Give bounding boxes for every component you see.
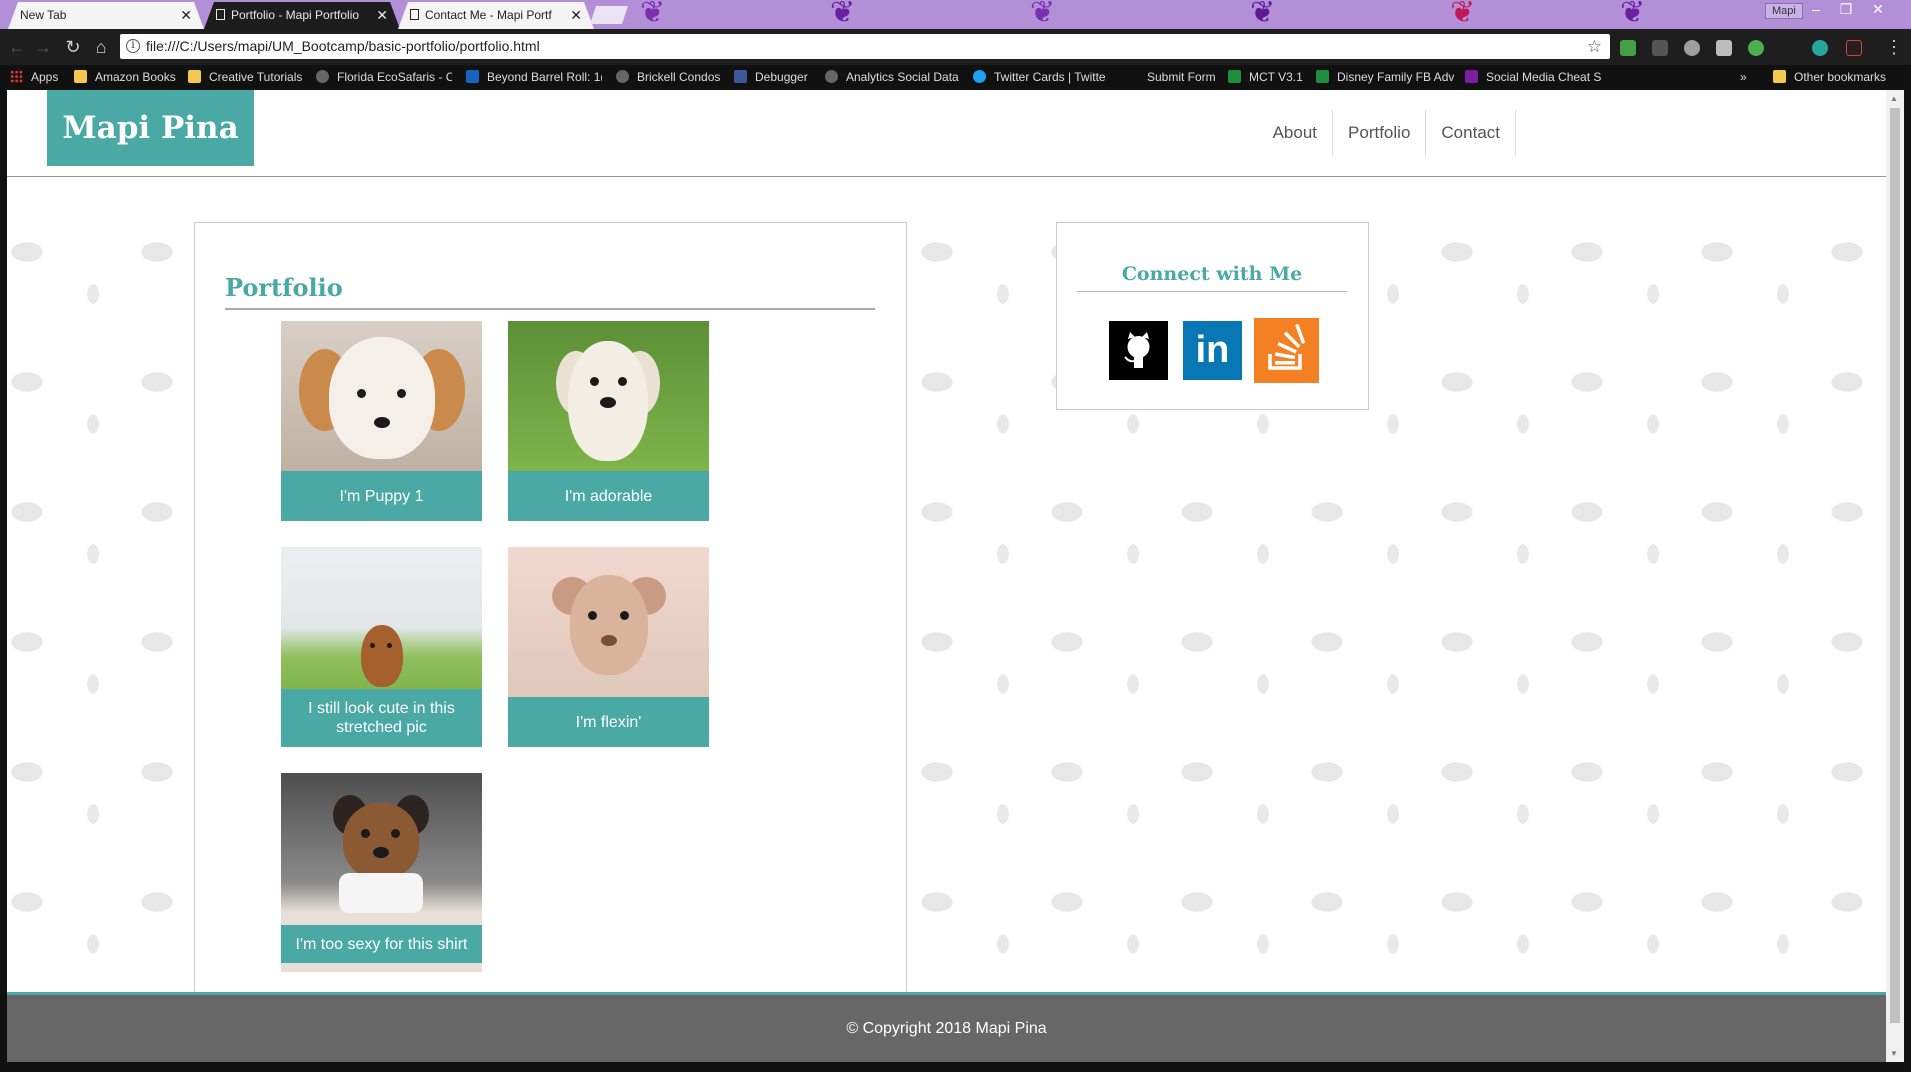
document-icon — [216, 9, 225, 20]
butterfly-decoration-icon: ❦ — [1450, 0, 1476, 29]
site-icon — [825, 70, 838, 83]
site-icon — [466, 70, 479, 83]
linkedin-icon[interactable]: in — [1183, 321, 1242, 380]
bookmark-item[interactable]: Apps — [10, 65, 65, 89]
apps-grid-icon — [10, 70, 23, 83]
tab-close-icon[interactable]: ✕ — [376, 2, 388, 29]
gallery-caption: I still look cute in this stretched pic — [281, 689, 482, 747]
site-footer: © Copyright 2018 Mapi Pina — [7, 992, 1886, 1062]
bookmark-item[interactable]: Disney Family FB Adv — [1316, 65, 1454, 89]
leaf-icon — [316, 70, 329, 83]
menu-dots-icon[interactable]: ⋮ — [1885, 34, 1903, 60]
bookmark-item[interactable]: Amazon Books — [74, 65, 180, 89]
extension-icon[interactable] — [1652, 40, 1668, 56]
tab-close-icon[interactable]: ✕ — [180, 2, 192, 29]
butterfly-decoration-icon: ❦ — [1620, 0, 1646, 29]
extension-icon[interactable] — [1716, 40, 1732, 56]
folder-icon — [1773, 70, 1786, 83]
browser-toolbar: ← → ↻ ⌂ i file:///C:/Users/mapi/UM_Bootc… — [0, 29, 1911, 65]
bookmark-item[interactable]: Submit Form — [1126, 65, 1218, 89]
portfolio-heading: Portfolio — [225, 273, 875, 310]
tab-portfolio[interactable]: Portfolio - Mapi Portfolio ✕ — [204, 2, 400, 29]
gallery-item[interactable]: I'm too sexy for this shirt — [281, 773, 482, 972]
gallery-item[interactable]: I'm Puppy 1 — [281, 321, 482, 521]
page-viewport: Mapi Pina About Portfolio Contact Portfo… — [7, 90, 1886, 1062]
scrollbar-thumb[interactable] — [1890, 108, 1900, 1023]
twitter-icon — [973, 70, 986, 83]
butterfly-decoration-icon: ❦ — [640, 0, 666, 29]
site-header: Mapi Pina About Portfolio Contact — [7, 90, 1886, 177]
tab-contact[interactable]: Contact Me - Mapi Portf ✕ — [398, 2, 594, 29]
forward-arrow-icon[interactable]: → — [30, 34, 56, 60]
bookmark-item[interactable]: Brickell Condos — [616, 65, 726, 89]
tab-title: Contact Me - Mapi Portf — [425, 8, 552, 22]
extension-icon[interactable] — [1748, 40, 1764, 56]
connect-card: Connect with Me in — [1056, 222, 1369, 410]
extension-m-icon[interactable] — [1812, 40, 1828, 56]
bookmark-item[interactable]: Creative Tutorials — [188, 65, 308, 89]
amazon-extension-icon[interactable] — [1846, 40, 1862, 56]
bookmark-item[interactable]: Twitter Cards | Twitte — [973, 65, 1109, 89]
site-icon — [1465, 70, 1478, 83]
scroll-down-icon[interactable]: ▼ — [1890, 1049, 1898, 1058]
document-icon — [410, 9, 419, 20]
bookmark-star-icon[interactable]: ☆ — [1587, 34, 1602, 59]
page-scrollbar[interactable]: ▲ ▼ — [1886, 90, 1904, 1062]
minimize-icon[interactable]: – — [1800, 0, 1832, 20]
facebook-icon — [734, 70, 747, 83]
profile-button[interactable]: Mapi — [1765, 3, 1803, 19]
info-icon[interactable]: i — [126, 39, 140, 53]
bookmark-item[interactable]: Debugger — [734, 65, 824, 89]
tab-title: Portfolio - Mapi Portfolio — [231, 8, 360, 22]
bookmark-item[interactable]: Analytics Social Data — [825, 65, 960, 89]
folder-icon — [74, 70, 87, 83]
nav-about[interactable]: About — [1258, 110, 1334, 156]
connect-heading: Connect with Me — [1077, 263, 1347, 292]
sheets-icon — [1316, 70, 1329, 83]
gallery-caption: I'm too sexy for this shirt — [281, 925, 482, 963]
back-arrow-icon[interactable]: ← — [4, 34, 30, 60]
home-icon[interactable]: ⌂ — [88, 34, 114, 60]
maximize-icon[interactable]: ❐ — [1830, 0, 1862, 20]
bookmark-item[interactable]: Social Media Cheat S — [1465, 65, 1601, 89]
bookmarks-overflow-button[interactable]: » — [1740, 65, 1760, 89]
tab-title: New Tab — [20, 8, 67, 22]
butterfly-decoration-icon: ❦ — [1030, 0, 1056, 29]
other-bookmarks[interactable]: Other bookmarks — [1773, 65, 1903, 89]
scroll-up-icon[interactable]: ▲ — [1890, 94, 1898, 103]
gallery-item[interactable]: I'm flexin' — [508, 547, 709, 747]
sheets-icon — [1228, 70, 1241, 83]
url-text: file:///C:/Users/mapi/UM_Bootcamp/basic-… — [146, 38, 540, 54]
extension-chart-icon[interactable] — [1620, 40, 1636, 56]
site-icon — [616, 70, 629, 83]
site-nav: About Portfolio Contact — [1258, 110, 1886, 156]
new-tab-button[interactable] — [590, 6, 628, 24]
gallery-caption: I'm adorable — [508, 471, 709, 521]
bookmarks-bar: Apps Amazon Books Creative Tutorials Flo… — [0, 65, 1911, 89]
reload-icon[interactable]: ↻ — [60, 34, 86, 60]
nav-portfolio[interactable]: Portfolio — [1333, 110, 1427, 156]
gallery-caption: I'm Puppy 1 — [281, 471, 482, 521]
bookmark-item[interactable]: Florida EcoSafaris - C — [316, 65, 452, 89]
blank-icon — [1126, 70, 1139, 83]
gallery-caption: I'm flexin' — [508, 697, 709, 747]
folder-icon — [188, 70, 201, 83]
stackoverflow-icon[interactable] — [1254, 318, 1319, 383]
tab-close-icon[interactable]: ✕ — [570, 2, 582, 29]
close-window-icon[interactable]: ✕ — [1862, 0, 1894, 20]
butterfly-decoration-icon: ❦ — [1250, 0, 1276, 29]
butterfly-decoration-icon: ❦ — [830, 0, 856, 29]
bookmark-item[interactable]: MCT V3.1 — [1228, 65, 1306, 89]
github-icon[interactable] — [1109, 321, 1168, 380]
gallery-item[interactable]: I still look cute in this stretched pic — [281, 547, 482, 747]
bookmark-item[interactable]: Beyond Barrel Roll: 1( — [466, 65, 602, 89]
gallery-item[interactable]: I'm adorable — [508, 321, 709, 521]
browser-tabstrip: ❦ ❦ ❦ ❦ ❦ ❦ New Tab ✕ Portfolio - Mapi P… — [0, 0, 1911, 29]
portfolio-card: Portfolio I'm Puppy 1 I'm adorable I sti… — [194, 222, 907, 1022]
site-brand[interactable]: Mapi Pina — [47, 90, 254, 166]
tab-new-tab[interactable]: New Tab ✕ — [8, 2, 204, 29]
extension-icon[interactable] — [1684, 40, 1700, 56]
address-bar[interactable]: i file:///C:/Users/mapi/UM_Bootcamp/basi… — [120, 34, 1610, 59]
nav-contact[interactable]: Contact — [1426, 110, 1516, 156]
